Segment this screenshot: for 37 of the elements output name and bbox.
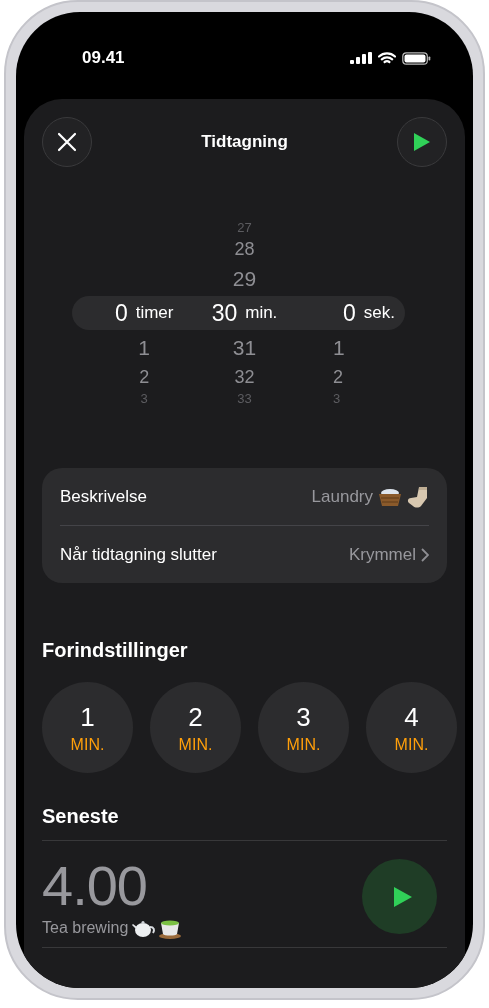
section-title: Forindstillinger [42, 639, 189, 662]
play-icon [392, 885, 413, 908]
picker-unit: timer [135, 303, 174, 323]
preset-button[interactable]: 2 MIN. [150, 682, 241, 773]
picker-value[interactable]: 0 [114, 299, 128, 327]
picker-value[interactable]: 28 [234, 240, 255, 258]
picker-unit: min. [245, 303, 278, 323]
recent-time: 4.00 [42, 855, 148, 917]
picker-value[interactable]: 2 [139, 368, 150, 386]
settings-row[interactable]: Beskrivelse Laundry [60, 468, 429, 525]
preset-button[interactable]: 3 MIN. [258, 682, 349, 773]
picker-value[interactable]: 32 [234, 368, 255, 386]
signal-icon [350, 52, 372, 64]
picker-value[interactable]: 30 [211, 299, 238, 327]
picker-value[interactable]: 1 [138, 337, 150, 358]
picker-value[interactable]: 31 [232, 337, 257, 358]
picker-value[interactable]: 2 [333, 368, 343, 386]
close-button[interactable] [42, 117, 92, 167]
preset-button[interactable]: 4 MIN. [366, 682, 457, 773]
picker-value[interactable]: 1 [333, 337, 345, 358]
status-time: 09.41 [82, 48, 125, 68]
play-icon [413, 132, 431, 152]
wifi-icon [378, 51, 396, 65]
picker-value[interactable]: 0 [343, 299, 356, 327]
picker-unit: sek. [363, 303, 395, 323]
battery-icon [402, 51, 431, 65]
sheet-title: Tidtagning [201, 132, 288, 152]
section-title: Seneste [42, 805, 447, 841]
sock-icon [407, 485, 429, 508]
picker-value[interactable]: 29 [232, 268, 257, 289]
recent-label: Tea brewing [42, 918, 129, 937]
preset-button[interactable]: 1 MIN. [42, 682, 133, 773]
start-button[interactable] [397, 117, 447, 167]
chevron-icon [421, 547, 429, 562]
close-icon [57, 132, 77, 152]
settings-row[interactable]: Når tidtagning slutter Krymmel [60, 525, 429, 583]
basket-icon [378, 486, 402, 507]
